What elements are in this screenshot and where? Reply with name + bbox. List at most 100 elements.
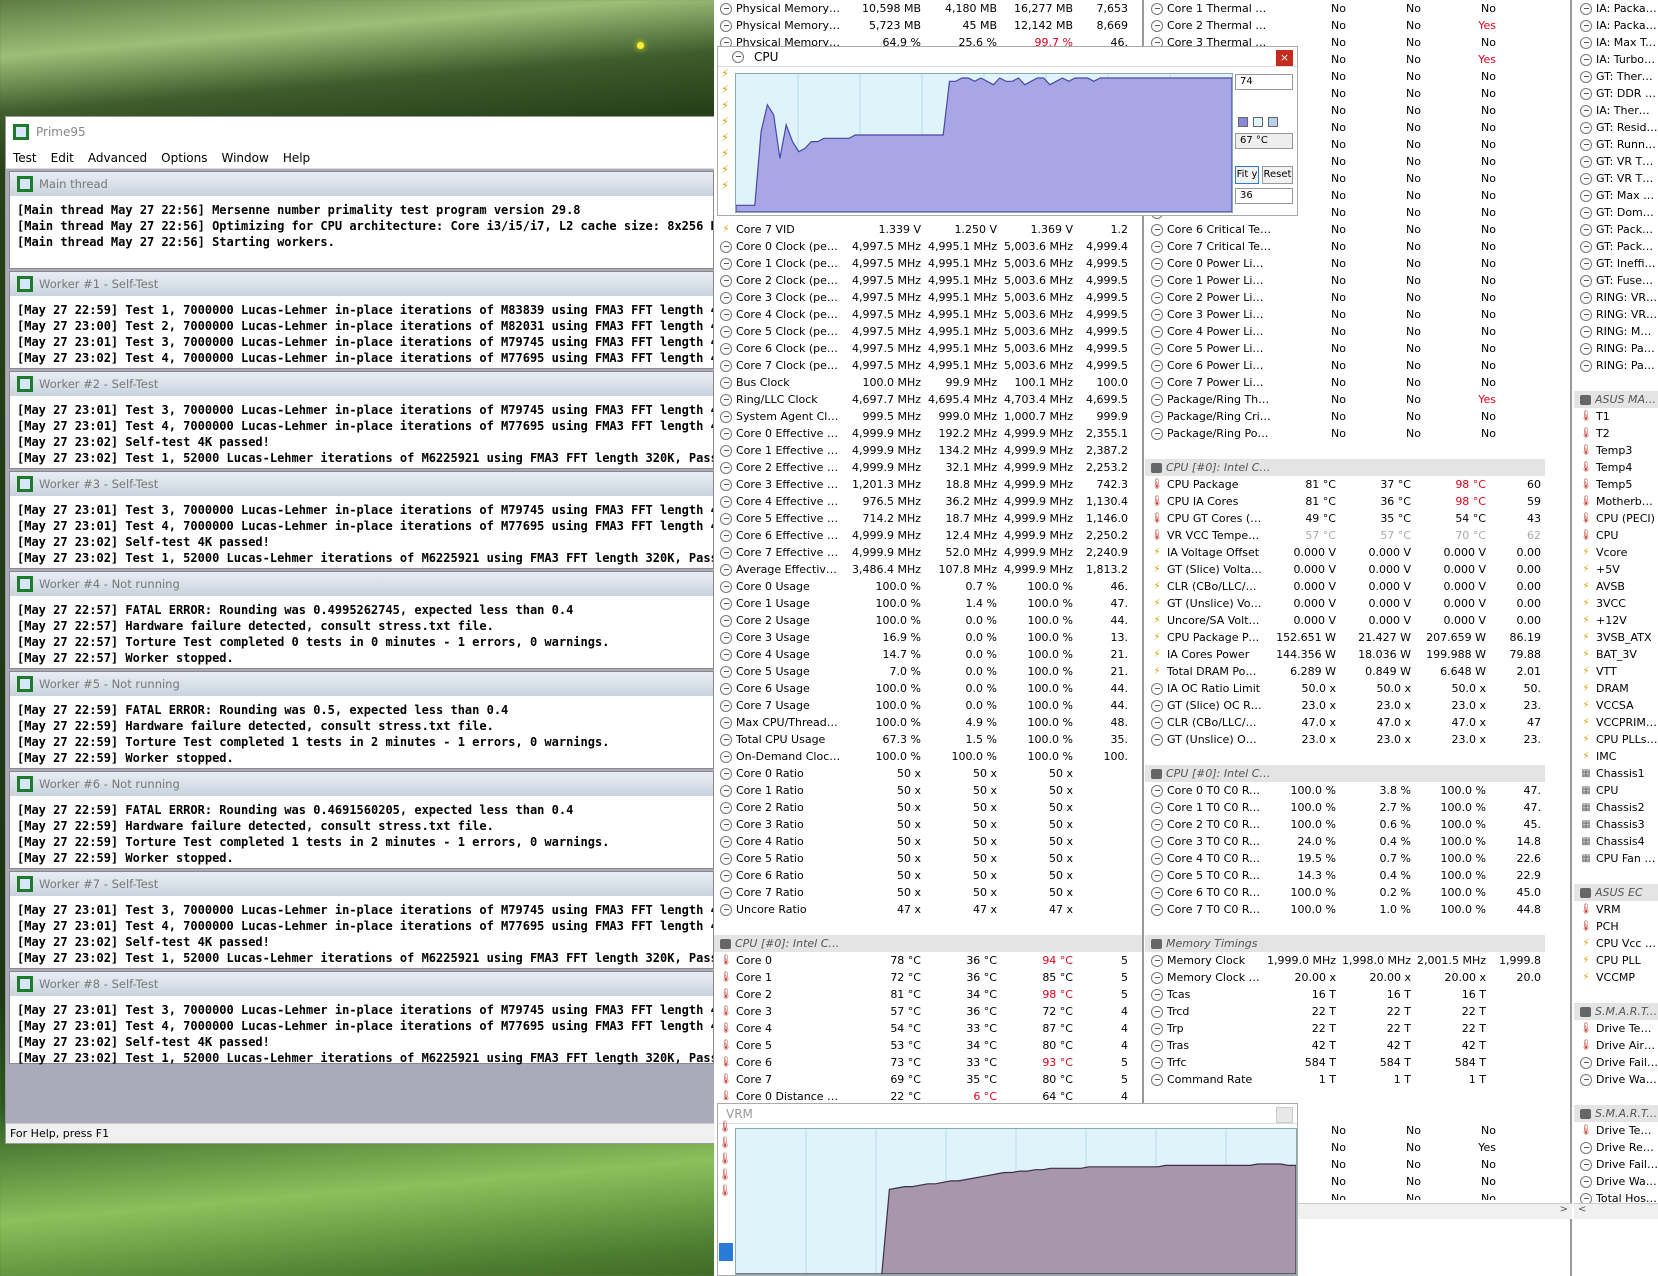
sensor-row[interactable]: Package/Ring Ther... No No Yes	[1145, 391, 1545, 408]
sensor-row[interactable]: Core 6 Critical Tem... No No No	[1145, 221, 1545, 238]
sensor-row[interactable]: ⚡ IA Cores Power 144.356 W 18.036 W 199.988 …	[1145, 646, 1545, 663]
sensor-row[interactable]: 🌡 CPU Package 81 °C 37 °C 98 °C 60	[1145, 476, 1545, 493]
sensor-row[interactable]: Memory Clock Ratio 20.00 x 20.00 x 20.00 x 2…	[1145, 969, 1545, 986]
sensor-row[interactable]: Core 4 Clock (perf ... 4,997.5 MHz 4,995.1…	[714, 306, 1142, 323]
sensor-row[interactable]: ⚡ IA Voltage Offset 0.000 V 0.000 V 0.000 V 0…	[1145, 544, 1545, 561]
sensor-row[interactable]: System Agent Clock 999.5 MHz 999.0 MHz 1,00…	[714, 408, 1142, 425]
graph-bottom-value[interactable]: 36	[1235, 188, 1293, 204]
reset-button[interactable]: Reset	[1262, 166, 1293, 184]
sensor-group-header[interactable]: CPU [#0]: Intel Cor...	[1145, 459, 1545, 476]
sensor-row[interactable]: Total CPU Usage 67.3 % 1.5 % 100.0 % 35.	[714, 731, 1142, 748]
sensor-row[interactable]: Drive Failure	[1574, 1054, 1658, 1071]
sensor-row[interactable]: Core 1 Usage 100.0 % 1.4 % 100.0 % 47.	[714, 595, 1142, 612]
sensor-row[interactable]: 🌡Drive Temper	[1574, 1020, 1658, 1037]
sensor-row[interactable]: 🌡 Temp5	[1574, 476, 1658, 493]
sensor-row[interactable]: Trp 22 T 22 T 22 T	[1145, 1020, 1545, 1037]
sensor-row[interactable]: 🌡 Core 1 72 °C 36 °C 85 °C 5	[714, 969, 1142, 986]
sensor-row[interactable]: ⚡ BAT_3V	[1574, 646, 1658, 663]
sensor-row[interactable]: ⚡ 3VSB_ATX	[1574, 629, 1658, 646]
sensor-row[interactable]: ⚡ +12V	[1574, 612, 1658, 629]
sensor-row[interactable]: Core 6 Clock (perf ... 4,997.5 MHz 4,995.1…	[714, 340, 1142, 357]
sensor-row[interactable]: Trcd 22 T 22 T 22 T	[1145, 1003, 1545, 1020]
sensor-row[interactable]: Core 2 Thermal Thr... No No Yes	[1145, 17, 1545, 34]
sensor-row[interactable]: 🌡 T2	[1574, 425, 1658, 442]
sensor-row[interactable]: Core 5 Usage 7.0 % 0.0 % 100.0 % 21.	[714, 663, 1142, 680]
sensor-row[interactable]: Core 5 Ratio 50 x 50 x 50 x	[714, 850, 1142, 867]
swatch-background[interactable]	[1253, 117, 1263, 127]
sensor-row[interactable]: IA: Thermal V	[1574, 102, 1658, 119]
sensor-row[interactable]: Core 7 Ratio 50 x 50 x 50 x	[714, 884, 1142, 901]
sensor-row[interactable]: Core 7 Usage 100.0 % 0.0 % 100.0 % 44.	[714, 697, 1142, 714]
scroll-left-icon[interactable]: <	[1578, 1204, 1586, 1215]
sensor-group-header[interactable]: Memory Timings	[1145, 935, 1545, 952]
sensor-row[interactable]: Core 1 Power Limit ... No No No	[1145, 272, 1545, 289]
sensor-row[interactable]: Core 7 Power Limit ... No No No	[1145, 374, 1545, 391]
sensor-row[interactable]: Core 2 Clock (perf ... 4,997.5 MHz 4,995.1…	[714, 272, 1142, 289]
sensor-row[interactable]: 🌡Drive Airflow	[1574, 1037, 1658, 1054]
sensor-row[interactable]: GT: Package-	[1574, 238, 1658, 255]
graph-top-value[interactable]: 74	[1235, 74, 1293, 90]
sensor-row[interactable]: 🌡 Core 0 Distance to ... 22 °C 6 °C 64 °C 4	[714, 1088, 1142, 1100]
worker-title-bar[interactable]: Worker #5 - Not running	[10, 672, 713, 696]
sensor-row[interactable]: ▦ CPU	[1574, 782, 1658, 799]
sensor-row[interactable]: Core 6 Effective Clock 4,999.9 MHz 12.4 MH…	[714, 527, 1142, 544]
sensor-row[interactable]: 🌡 Core 4 54 °C 33 °C 87 °C 4	[714, 1020, 1142, 1037]
sensor-row[interactable]: Core 2 Effective Clock 4,999.9 MHz 32.1 MH…	[714, 459, 1142, 476]
sensor-row[interactable]: Core 6 Usage 100.0 % 0.0 % 100.0 % 44.	[714, 680, 1142, 697]
sensor-row[interactable]: Core 0 Ratio 50 x 50 x 50 x	[714, 765, 1142, 782]
sensor-row[interactable]: Core 5 Effective Clock 714.2 MHz 18.7 MHz 4…	[714, 510, 1142, 527]
prime95-worker-window[interactable]: Worker #1 - Self-Test [May 27 22:59] Test…	[9, 271, 714, 369]
sensor-row[interactable]: ▦ Chassis2	[1574, 799, 1658, 816]
prime95-title-bar[interactable]: Prime95	[6, 117, 714, 147]
cpu-graph-title-bar[interactable]: CPU	[718, 47, 1297, 67]
worker-title-bar[interactable]: Worker #4 - Not running	[10, 572, 713, 596]
sensor-row[interactable]: Core 2 Ratio 50 x 50 x 50 x	[714, 799, 1142, 816]
vrm-graph-window[interactable]: VRM 🌡 🌡 🌡 🌡 🌡	[717, 1103, 1298, 1276]
sensor-row[interactable]: Core 3 Power Limit ... No No No	[1145, 306, 1545, 323]
sensor-row[interactable]: Core 1 Thermal Thr... No No No	[1145, 0, 1545, 17]
close-icon[interactable]: ×	[1276, 50, 1293, 66]
menu-options[interactable]: Options	[161, 151, 207, 165]
sensor-row[interactable]: Core 1 Ratio 50 x 50 x 50 x	[714, 782, 1142, 799]
sensor-row[interactable]: Core 5 Clock (perf ... 4,997.5 MHz 4,995.1…	[714, 323, 1142, 340]
sensor-row[interactable]: Max CPU/Thread U... 100.0 % 4.9 % 100.0 % 48…	[714, 714, 1142, 731]
sensor-row[interactable]: Uncore Ratio 47 x 47 x 47 x	[714, 901, 1142, 918]
sensor-row[interactable]: 🌡 Core 6 73 °C 33 °C 93 °C 5	[714, 1054, 1142, 1071]
sensor-row[interactable]: Bus Clock 100.0 MHz 99.9 MHz 100.1 MHz 100.0	[714, 374, 1142, 391]
sensor-row[interactable]: 🌡 VRM	[1574, 901, 1658, 918]
sensor-row[interactable]: Trfc 584 T 584 T 584 T	[1145, 1054, 1545, 1071]
sensor-row[interactable]: 🌡 Temp4	[1574, 459, 1658, 476]
sensor-row[interactable]: Command Rate 1 T 1 T 1 T	[1145, 1071, 1545, 1088]
sensor-row[interactable]: 🌡 Core 2 81 °C 34 °C 98 °C 5	[714, 986, 1142, 1003]
fit-y-button[interactable]: Fit y	[1235, 166, 1259, 184]
prime95-worker-window[interactable]: Worker #8 - Self-Test [May 27 23:01] Test…	[9, 971, 714, 1065]
worker-title-bar[interactable]: Worker #1 - Self-Test	[10, 272, 713, 296]
sensor-row[interactable]: ⚡ VCCPRIM_1.0	[1574, 714, 1658, 731]
sensor-row[interactable]: Core 2 Usage 100.0 % 0.0 % 100.0 % 44.	[714, 612, 1142, 629]
sensor-row[interactable]: Core 7 Critical Tem... No No No	[1145, 238, 1545, 255]
sensor-row[interactable]: On-Demand Clock ... 100.0 % 100.0 % 100.0 %…	[714, 748, 1142, 765]
scroll-right-icon[interactable]: >	[1560, 1204, 1568, 1215]
sensor-row[interactable]: Core 6 Power Limit ... No No No	[1145, 357, 1545, 374]
sensor-row[interactable]: Average Effective ... 3,486.4 MHz 107.8 MH…	[714, 561, 1142, 578]
sensor-row[interactable]: RING: Packag	[1574, 357, 1658, 374]
sensor-group-header[interactable]: CPU [#0]: Intel Cor...	[1145, 765, 1545, 782]
sensor-row[interactable]: ⚡ Vcore	[1574, 544, 1658, 561]
sensor-row[interactable]: GT: Residenc	[1574, 119, 1658, 136]
sensor-row[interactable]: GT: Thermal E	[1574, 68, 1658, 85]
menu-help[interactable]: Help	[283, 151, 310, 165]
sensor-row[interactable]: ⚡ AVSB	[1574, 578, 1658, 595]
sensor-row[interactable]: ⚡ Core 7 VID 1.339 V 1.250 V 1.369 V 1.2	[714, 221, 1142, 238]
sensor-row[interactable]: RING: Max VF	[1574, 323, 1658, 340]
sensor-row[interactable]: Core 6 Ratio 50 x 50 x 50 x	[714, 867, 1142, 884]
sensor-row[interactable]: ▦ Chassis3	[1574, 816, 1658, 833]
pane3-horizontal-scrollbar[interactable]: <	[1574, 1203, 1658, 1219]
sensor-row[interactable]: Core 4 Power Limit ... No No No	[1145, 323, 1545, 340]
sensor-row[interactable]: Drive Failure	[1574, 1156, 1658, 1173]
sensor-row[interactable]: ⚡ CPU Package Power 152.651 W 21.427 W 207.6…	[1145, 629, 1545, 646]
sensor-row[interactable]: 🌡 Core 5 53 °C 34 °C 80 °C 4	[714, 1037, 1142, 1054]
sensor-row[interactable]: Core 2 Power Limit ... No No No	[1145, 289, 1545, 306]
sensor-row[interactable]: Package/Ring Powe... No No No	[1145, 425, 1545, 442]
sensor-row[interactable]: 🌡 T1	[1574, 408, 1658, 425]
prime95-worker-window[interactable]: Worker #4 - Not running [May 27 22:57] FA…	[9, 571, 714, 669]
